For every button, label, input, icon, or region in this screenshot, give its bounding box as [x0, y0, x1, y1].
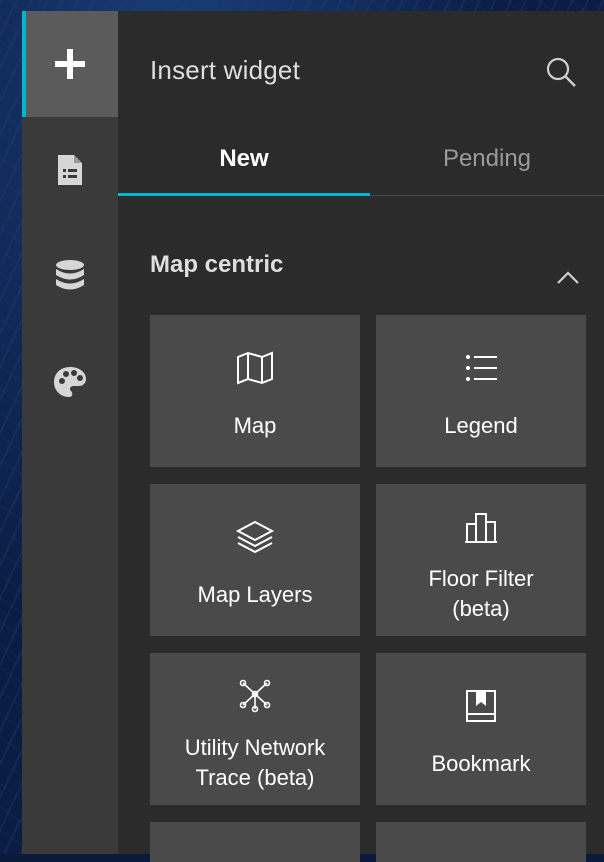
widget-label: Utility Network Trace (beta) [184, 735, 326, 790]
widget-label: Legend [444, 413, 518, 438]
widget-label: Map Layers [197, 582, 313, 607]
section-title: Map centric [150, 251, 284, 278]
layers-icon [235, 520, 275, 554]
rail-theme-button[interactable] [22, 329, 118, 435]
widget-tabs: New Pending [118, 123, 604, 196]
chevron-up-icon[interactable] [554, 267, 582, 287]
search-icon [546, 57, 576, 87]
map-icon [237, 351, 273, 385]
widget-card-partial[interactable] [376, 822, 586, 862]
tab-pending[interactable]: Pending [370, 123, 604, 195]
section-header-map-centric[interactable]: Map centric [150, 247, 582, 287]
rail-page-button[interactable] [22, 117, 118, 223]
tab-new[interactable]: New [118, 123, 370, 195]
page-icon [58, 155, 82, 185]
widget-card-floor-filter[interactable]: Floor Filter (beta) [376, 484, 586, 636]
widget-label: Map [233, 413, 277, 438]
widget-label: Floor Filter (beta) [428, 566, 534, 621]
legend-icon [466, 355, 497, 381]
search-button[interactable] [544, 55, 578, 89]
widget-card-map-layers[interactable]: Map Layers [150, 484, 360, 636]
network-trace-icon [239, 679, 271, 713]
panel-title: Insert widget [150, 55, 301, 85]
palette-icon [54, 367, 86, 397]
widget-label: Bookmark [431, 751, 531, 776]
widget-card-map[interactable]: Map [150, 315, 360, 467]
rail-insert-button[interactable] [22, 11, 118, 117]
active-tab-indicator [118, 193, 370, 196]
side-rail [22, 11, 118, 854]
widget-card-legend[interactable]: Legend [376, 315, 586, 467]
widget-card-partial[interactable] [150, 822, 360, 862]
widget-card-utility-network-trace[interactable]: Utility Network Trace (beta) [150, 653, 360, 805]
plus-icon [55, 49, 85, 79]
widget-builder: Insert widget New Pending Map centric Ma… [22, 11, 604, 862]
rail-data-button[interactable] [22, 223, 118, 329]
bookmark-icon [466, 690, 496, 722]
widget-card-bookmark[interactable]: Bookmark [376, 653, 586, 805]
floor-filter-icon [465, 513, 497, 543]
insert-widget-panel: Insert widget New Pending Map centric Ma… [118, 11, 604, 862]
data-icon [56, 260, 84, 290]
